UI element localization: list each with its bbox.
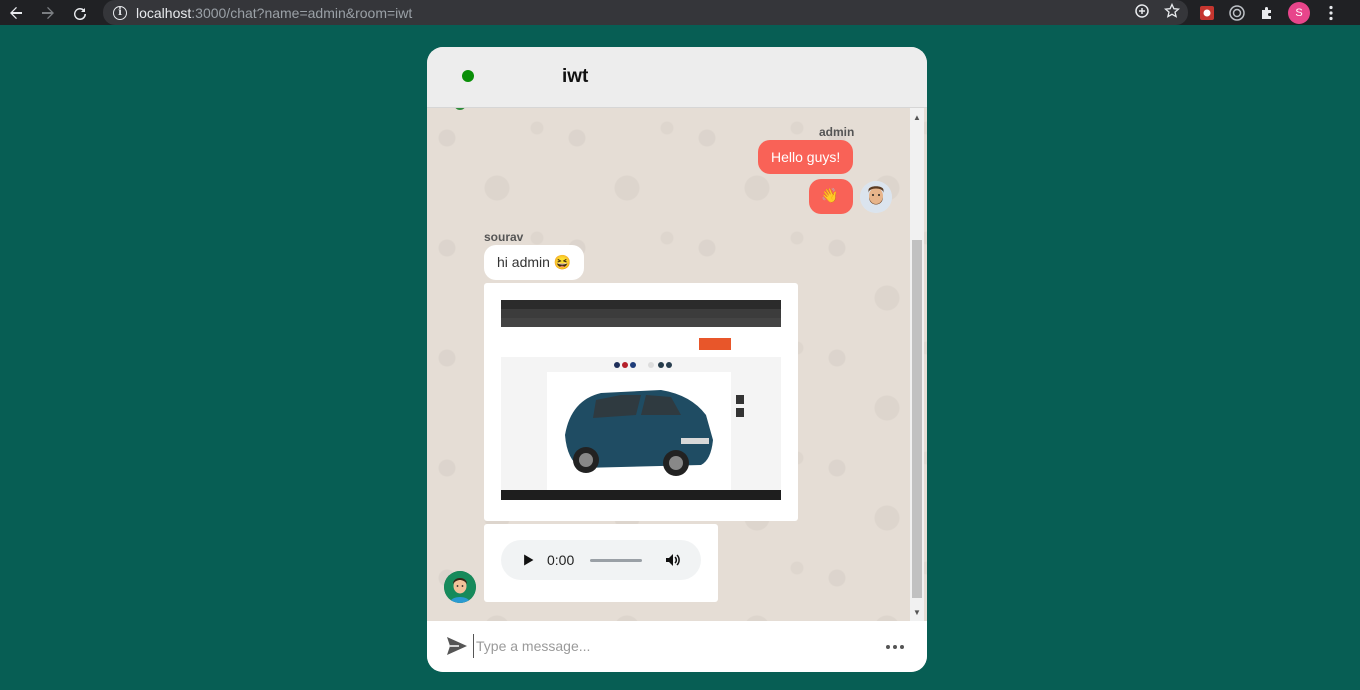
volume-button[interactable] xyxy=(664,551,682,569)
sourav-avatar[interactable] xyxy=(444,571,476,603)
back-arrow-icon xyxy=(10,6,22,19)
incoming-message: hi admin 😆 xyxy=(484,245,585,280)
zoom-icon[interactable] xyxy=(1134,3,1150,19)
room-title: iwt xyxy=(562,66,589,87)
site-info-icon[interactable]: i xyxy=(113,5,127,20)
bookmark-star-icon[interactable] xyxy=(1164,3,1180,19)
extension-red-icon[interactable] xyxy=(1198,4,1216,22)
browser-menu-icon[interactable] xyxy=(1322,4,1340,22)
message-composer xyxy=(427,621,927,672)
admin-avatar-image xyxy=(860,181,892,213)
play-button[interactable] xyxy=(519,551,537,569)
extension-target-icon[interactable] xyxy=(1228,4,1246,22)
outgoing-message: Hello guys! xyxy=(758,140,854,174)
scroll-thumb[interactable] xyxy=(912,240,922,598)
online-status-indicator xyxy=(462,70,474,82)
chat-window: iwt admin Hello guys! 👋 sourav hi admin … xyxy=(427,47,927,672)
admin-avatar[interactable] xyxy=(860,181,892,213)
forward-arrow-icon xyxy=(42,6,54,19)
send-button[interactable] xyxy=(446,636,468,656)
message-sender: sourav xyxy=(484,230,524,244)
message-input[interactable] xyxy=(473,634,853,658)
address-bar[interactable]: i localhost:3000/chat?name=admin&room=iw… xyxy=(103,0,1188,25)
profile-avatar[interactable]: S xyxy=(1288,1,1310,24)
browser-toolbar: i localhost:3000/chat?name=admin&room=iw… xyxy=(0,0,1360,25)
more-options-icon[interactable] xyxy=(885,637,905,657)
shared-image[interactable] xyxy=(501,300,781,500)
outgoing-message: 👋 xyxy=(809,179,853,214)
forward-button[interactable] xyxy=(32,0,64,25)
car-screenshot-icon xyxy=(501,300,781,500)
message-list[interactable]: admin Hello guys! 👋 sourav hi admin 😆 0:… xyxy=(427,108,927,621)
scroll-up-icon[interactable]: ▲ xyxy=(910,110,924,124)
avatar-remnant xyxy=(454,108,466,110)
scroll-down-icon[interactable]: ▼ xyxy=(910,605,924,619)
image-message[interactable] xyxy=(484,283,798,521)
url-text: localhost:3000/chat?name=admin&room=iwt xyxy=(136,4,413,21)
audio-progress-slider[interactable] xyxy=(590,558,643,562)
chat-header: iwt xyxy=(427,47,927,108)
volume-icon xyxy=(666,554,681,566)
reload-button[interactable] xyxy=(64,0,96,25)
message-scrollbar[interactable]: ▲ ▼ xyxy=(910,108,924,621)
play-icon xyxy=(524,554,534,566)
send-icon xyxy=(447,637,467,655)
audio-time: 0:00 xyxy=(547,552,575,568)
sourav-avatar-image xyxy=(444,571,476,603)
extensions-puzzle-icon[interactable] xyxy=(1258,4,1276,22)
back-button[interactable] xyxy=(0,0,32,25)
audio-message: 0:00 xyxy=(484,524,718,602)
reload-icon xyxy=(74,7,87,20)
message-sender: admin xyxy=(819,125,855,139)
audio-player[interactable]: 0:00 xyxy=(501,540,701,580)
